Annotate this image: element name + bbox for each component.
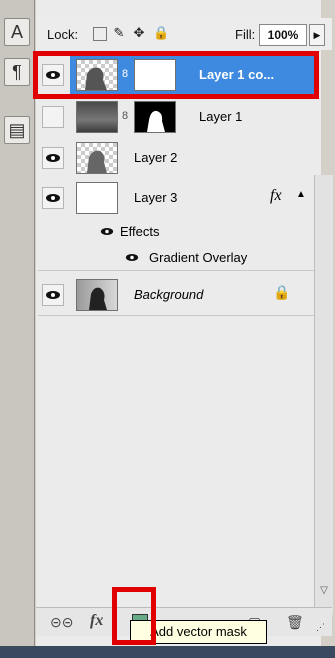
type-tool-icon[interactable]: A [4, 18, 30, 46]
visibility-eye-icon[interactable] [42, 284, 64, 306]
mask-link-chain-icon[interactable]: 8 [122, 110, 128, 122]
scroll-down-icon[interactable]: ▽ [317, 585, 331, 597]
visibility-eye-icon[interactable] [42, 187, 64, 209]
layer-effects-row[interactable]: Effects [38, 218, 314, 245]
layer-row-background[interactable]: Background 🔒 [38, 275, 314, 316]
layer-row-layer-1-copy[interactable]: 8 Layer 1 co... [38, 54, 314, 97]
bottom-window-strip [0, 646, 335, 658]
panel-tool-glyph: ▤ [8, 119, 26, 140]
lock-label: Lock: [47, 27, 79, 42]
layer-name[interactable]: Layer 1 [199, 109, 242, 124]
lock-move-icon[interactable]: ✥ [132, 26, 146, 40]
layer-name[interactable]: Layer 2 [134, 150, 177, 165]
visibility-eye-icon[interactable] [42, 64, 64, 86]
panel-tool-icon[interactable]: ▤ [4, 116, 30, 144]
gradient-overlay-row[interactable]: Gradient Overlay [38, 244, 314, 271]
gradient-overlay-visibility-eye-icon[interactable] [125, 253, 139, 262]
layer-effects-fx-icon[interactable]: fx [270, 187, 282, 205]
layer-mask-thumbnail[interactable] [134, 101, 176, 133]
fill-dropdown-arrow-icon[interactable]: ▶ [309, 24, 325, 46]
effects-visibility-eye-icon[interactable] [100, 227, 114, 236]
tool-strip: A ¶ ▤ [0, 0, 35, 658]
locked-layer-icon: 🔒 [273, 284, 291, 300]
layer-name[interactable]: Layer 3 [134, 190, 177, 205]
layer-row-layer-2[interactable]: Layer 2 [38, 138, 314, 179]
resize-grip-icon[interactable]: ⋰ [316, 622, 325, 633]
lock-brush-icon[interactable]: ✎ [112, 26, 126, 40]
effects-collapse-arrow-icon[interactable]: ▲ [296, 189, 306, 200]
effects-label[interactable]: Effects [120, 224, 160, 239]
tooltip-add-vector-mask: Add vector mask [130, 620, 267, 644]
layer-row-layer-3[interactable]: Layer 3 fx ▲ [38, 178, 314, 219]
type-tool-glyph: A [10, 21, 23, 42]
vector-mask-thumbnail[interactable] [134, 59, 176, 91]
lock-transparency-icon[interactable] [93, 27, 107, 41]
layer-name[interactable]: Layer 1 co... [199, 67, 274, 82]
layers-scrollbar[interactable]: ▽ [314, 175, 333, 615]
lock-all-icon[interactable]: 🔒 [153, 26, 169, 40]
lock-row: Lock: ✎ ✥ 🔒 Fill: 100% ▶ [36, 18, 332, 50]
add-layer-style-fx-icon[interactable]: fx [90, 612, 103, 630]
gradient-overlay-label[interactable]: Gradient Overlay [149, 250, 247, 265]
link-layers-icon[interactable]: ⊝⊝ [50, 614, 73, 631]
layer-thumbnail [76, 182, 118, 214]
layer-thumbnail [76, 59, 118, 91]
visibility-eye-icon[interactable] [42, 147, 64, 169]
paragraph-tool-icon[interactable]: ¶ [4, 58, 30, 86]
layer-thumbnail [76, 101, 118, 133]
delete-layer-trash-icon[interactable]: 🗑 [286, 614, 304, 631]
layer-name[interactable]: Background [134, 287, 203, 302]
fill-label: Fill: [235, 27, 256, 42]
fill-input[interactable]: 100% [259, 24, 307, 46]
mask-link-chain-icon[interactable]: 8 [122, 68, 128, 80]
paragraph-tool-glyph: ¶ [12, 61, 22, 82]
layer-row-layer-1[interactable]: 8 Layer 1 [38, 96, 314, 139]
visibility-toggle-empty[interactable] [42, 106, 64, 128]
layer-thumbnail [76, 142, 118, 174]
layer-thumbnail [76, 279, 118, 311]
